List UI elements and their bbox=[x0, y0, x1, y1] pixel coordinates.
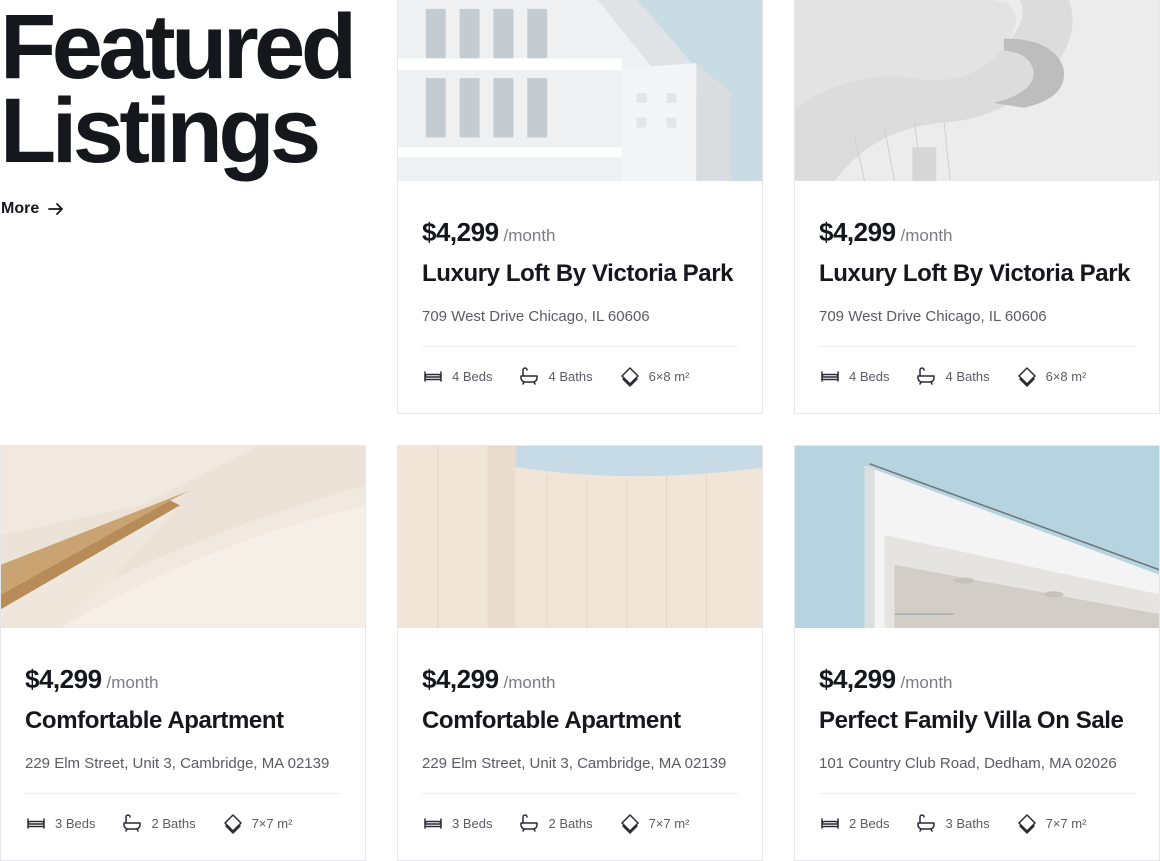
listing-address: 229 Elm Street, Unit 3, Cambridge, MA 02… bbox=[25, 755, 330, 772]
beds-label: 4 Beds bbox=[452, 368, 493, 384]
divider bbox=[422, 793, 738, 794]
listing-price: $4,299 bbox=[25, 664, 102, 694]
area-feature: 7×7 m² bbox=[222, 812, 293, 834]
baths-feature: 4 Baths bbox=[915, 365, 990, 387]
listing-title[interactable]: Luxury Loft By Victoria Park bbox=[819, 260, 1135, 288]
listing-period: /month bbox=[503, 226, 556, 245]
listing-photo bbox=[398, 0, 762, 181]
area-label: 6×8 m² bbox=[648, 368, 690, 384]
baths-label: 2 Baths bbox=[548, 815, 593, 831]
area-feature: 7×7 m² bbox=[619, 812, 690, 834]
area-icon bbox=[620, 814, 639, 834]
featured-listings-header: Featured Listings bbox=[0, 0, 380, 182]
listing-period: /month bbox=[106, 673, 159, 692]
listing-features: 4 Beds 4 Baths 6×8 m² bbox=[422, 365, 738, 387]
listing-photo bbox=[398, 446, 762, 628]
more-link[interactable]: More bbox=[1, 200, 65, 218]
listing-photo bbox=[795, 0, 1159, 181]
area-icon bbox=[1017, 367, 1036, 387]
arrow-right-icon bbox=[48, 203, 64, 215]
bed-icon bbox=[27, 818, 45, 829]
bathtub-icon bbox=[917, 367, 936, 385]
listing-card[interactable]: $4,299 /month Luxury Loft By Victoria Pa… bbox=[794, 0, 1160, 414]
listing-address: 709 West Drive Chicago, IL 60606 bbox=[422, 308, 650, 325]
bed-icon bbox=[821, 818, 839, 829]
listing-period: /month bbox=[503, 673, 556, 692]
baths-feature: 2 Baths bbox=[121, 812, 196, 834]
baths-label: 2 Baths bbox=[151, 815, 196, 831]
area-label: 7×7 m² bbox=[648, 815, 690, 831]
area-label: 7×7 m² bbox=[1045, 815, 1087, 831]
listing-photo bbox=[795, 446, 1159, 628]
area-label: 6×8 m² bbox=[1045, 368, 1087, 384]
area-feature: 7×7 m² bbox=[1016, 812, 1087, 834]
listing-title[interactable]: Perfect Family Villa On Sale bbox=[819, 707, 1135, 735]
bed-icon bbox=[424, 818, 442, 829]
baths-label: 3 Baths bbox=[945, 815, 990, 831]
baths-label: 4 Baths bbox=[548, 368, 593, 384]
baths-feature: 2 Baths bbox=[518, 812, 593, 834]
page-title: Featured Listings bbox=[0, 0, 380, 182]
listing-title[interactable]: Comfortable Apartment bbox=[422, 707, 738, 735]
listing-card[interactable]: $4,299 /month Comfortable Apartment 229 … bbox=[0, 445, 366, 861]
listing-price: $4,299 bbox=[422, 664, 499, 694]
bed-icon bbox=[821, 371, 839, 382]
listing-features: 2 Beds 3 Baths 7×7 m² bbox=[819, 812, 1135, 834]
baths-feature: 3 Baths bbox=[915, 812, 990, 834]
area-feature: 6×8 m² bbox=[1016, 365, 1087, 387]
page-title-line-1: Featured bbox=[0, 0, 357, 98]
listing-title[interactable]: Comfortable Apartment bbox=[25, 707, 341, 735]
listing-card[interactable]: $4,299 /month Perfect Family Villa On Sa… bbox=[794, 445, 1160, 861]
beds-label: 3 Beds bbox=[55, 815, 96, 831]
beds-label: 3 Beds bbox=[452, 815, 493, 831]
divider bbox=[422, 346, 738, 347]
listing-address: 101 Country Club Road, Dedham, MA 02026 bbox=[819, 755, 1117, 772]
listing-price: $4,299 bbox=[422, 217, 499, 247]
listing-card[interactable]: $4,299 /month Luxury Loft By Victoria Pa… bbox=[397, 0, 763, 414]
area-icon bbox=[620, 367, 639, 387]
bathtub-icon bbox=[917, 814, 936, 832]
listing-photo bbox=[1, 446, 365, 628]
listing-features: 4 Beds 4 Baths 6×8 m² bbox=[819, 365, 1135, 387]
listing-price: $4,299 bbox=[819, 217, 896, 247]
divider bbox=[819, 793, 1135, 794]
beds-feature: 3 Beds bbox=[422, 812, 492, 834]
page-title-line-2: Listings bbox=[0, 80, 321, 182]
beds-feature: 4 Beds bbox=[819, 365, 889, 387]
listing-features: 3 Beds 2 Baths 7×7 m² bbox=[422, 812, 738, 834]
area-icon bbox=[1017, 814, 1036, 834]
area-icon bbox=[223, 814, 242, 834]
beds-feature: 4 Beds bbox=[422, 365, 492, 387]
baths-label: 4 Baths bbox=[945, 368, 990, 384]
beds-label: 4 Beds bbox=[849, 368, 890, 384]
listing-period: /month bbox=[900, 226, 953, 245]
listing-address: 709 West Drive Chicago, IL 60606 bbox=[819, 308, 1047, 325]
listing-title[interactable]: Luxury Loft By Victoria Park bbox=[422, 260, 738, 288]
more-link-label: More bbox=[1, 200, 40, 217]
beds-feature: 3 Beds bbox=[25, 812, 95, 834]
bathtub-icon bbox=[123, 814, 142, 832]
listing-card[interactable]: $4,299 /month Comfortable Apartment 229 … bbox=[397, 445, 763, 861]
area-label: 7×7 m² bbox=[251, 815, 293, 831]
beds-label: 2 Beds bbox=[849, 815, 890, 831]
divider bbox=[819, 346, 1135, 347]
listing-period: /month bbox=[900, 673, 953, 692]
bathtub-icon bbox=[520, 367, 539, 385]
listing-features: 3 Beds 2 Baths 7×7 m² bbox=[25, 812, 341, 834]
baths-feature: 4 Baths bbox=[518, 365, 593, 387]
bed-icon bbox=[424, 371, 442, 382]
area-feature: 6×8 m² bbox=[619, 365, 690, 387]
beds-feature: 2 Beds bbox=[819, 812, 889, 834]
divider bbox=[25, 793, 341, 794]
listing-address: 229 Elm Street, Unit 3, Cambridge, MA 02… bbox=[422, 755, 727, 772]
bathtub-icon bbox=[520, 814, 539, 832]
listing-price: $4,299 bbox=[819, 664, 896, 694]
